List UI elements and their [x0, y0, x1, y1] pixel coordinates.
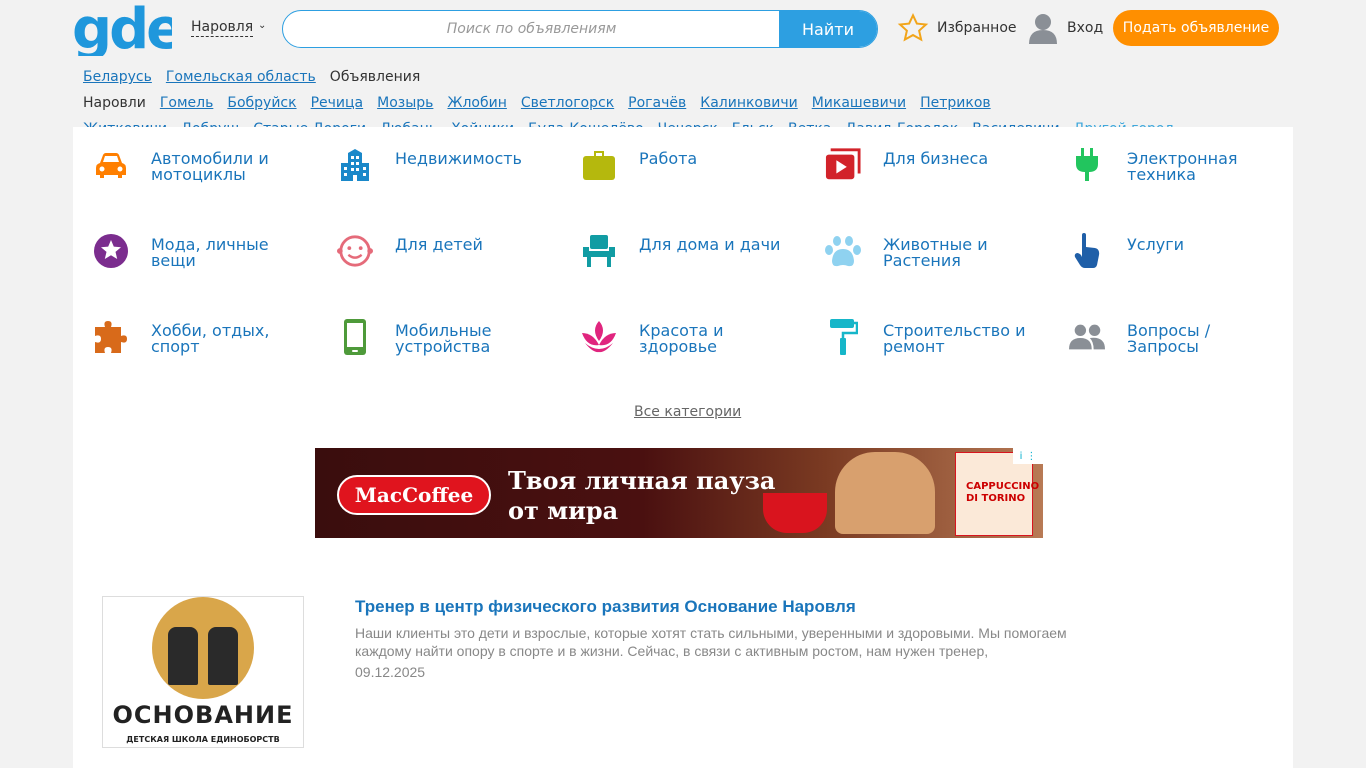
city-link[interactable]: Рогачёв	[628, 95, 686, 111]
ad-headline-line-2: от мира	[508, 496, 619, 525]
search-button[interactable]: Найти	[779, 11, 877, 47]
more-vertical-icon: ⋮	[1026, 450, 1037, 462]
city-link[interactable]: Жлобин	[447, 95, 506, 111]
category-label: Вопросы / Запросы	[1127, 321, 1211, 356]
post-ad-button[interactable]: Подать объявление	[1113, 10, 1279, 46]
puzzle-icon	[93, 319, 129, 355]
fighter-figure-left	[168, 627, 198, 685]
category-label: Автомобили и мотоциклы	[151, 149, 269, 184]
category-label: Животные и Растения	[883, 235, 988, 270]
smartphone-icon	[337, 319, 373, 355]
category-hobby[interactable]: Хобби, отдых, спорт	[73, 299, 313, 355]
baby-face-icon	[337, 233, 373, 269]
city-link[interactable]: Гомель	[160, 95, 213, 111]
info-icon: i	[1019, 450, 1023, 462]
category-label: Красота и здоровье	[639, 321, 724, 356]
favorites-link[interactable]: Избранное	[897, 11, 1017, 45]
search-input[interactable]	[283, 11, 780, 47]
category-label: Для дома и дачи	[639, 235, 781, 254]
login-label: Вход	[1067, 20, 1104, 36]
city-link[interactable]: Калинковичи	[700, 95, 797, 111]
city-select[interactable]: Наровля	[191, 19, 254, 37]
category-fashion[interactable]: Мода, личные вещи	[73, 213, 313, 269]
hand-pointer-icon	[1069, 233, 1105, 269]
city-links-row-1: Беларусь Гомельская область Объявления Нар…	[83, 64, 1293, 116]
ad-product-pack: CAPPUCCINO DI TORINO	[955, 452, 1039, 536]
star-outline-icon	[897, 12, 929, 42]
business-play-icon	[825, 147, 861, 183]
city-link[interactable]: Бобруйск	[227, 95, 296, 111]
category-animals[interactable]: Животные и Растения	[805, 213, 1045, 269]
fighter-figure-right	[208, 627, 238, 685]
gde-logo[interactable]: gde	[72, 2, 172, 56]
category-construction[interactable]: Строительство и ремонт	[805, 299, 1045, 355]
car-icon	[93, 147, 129, 183]
logo-text: gde	[72, 2, 172, 56]
city-link[interactable]: Петриков	[920, 95, 991, 111]
armchair-icon	[581, 233, 617, 269]
thumb-brand-name: ОСНОВАНИЕ	[112, 701, 294, 729]
chevron-down-icon[interactable]: ⌄	[258, 20, 266, 31]
category-label: Услуги	[1127, 235, 1185, 254]
plug-icon	[1069, 147, 1105, 183]
ad-brand-logo: MacCoffee	[337, 475, 491, 515]
favorites-label: Избранное	[937, 20, 1017, 36]
city-link[interactable]: Беларусь	[83, 69, 152, 85]
category-label: Электронная техника	[1127, 149, 1238, 184]
city-link[interactable]: Речица	[311, 95, 364, 111]
user-icon	[1029, 14, 1057, 44]
category-beauty[interactable]: Красота и здоровье	[561, 299, 801, 355]
category-label: Строительство и ремонт	[883, 321, 1026, 356]
city-link[interactable]: Гомельская область	[166, 69, 316, 85]
login-link[interactable]: Вход	[1027, 11, 1103, 45]
category-questions[interactable]: Вопросы / Запросы	[1049, 299, 1289, 355]
category-mobile[interactable]: Мобильные устройства	[317, 299, 557, 355]
city-link[interactable]: Мозырь	[377, 95, 433, 111]
people-icon	[1069, 319, 1105, 355]
paw-icon	[825, 233, 861, 269]
category-jobs[interactable]: Работа	[561, 127, 801, 183]
category-label: Для бизнеса	[883, 149, 989, 168]
listing-date: 09.12.2025	[355, 664, 426, 680]
listing-title[interactable]: Тренер в центр физического развития Осно…	[355, 597, 856, 617]
category-label: Для детей	[395, 235, 483, 254]
lotus-icon	[581, 319, 617, 355]
logo-emblem	[152, 597, 254, 699]
category-realty[interactable]: Недвижимость	[317, 127, 557, 183]
ad-banner[interactable]: MacCoffee Твоя личная пауза от мира CAPP…	[315, 448, 1043, 538]
category-kids[interactable]: Для детей	[317, 213, 557, 269]
building-icon	[337, 147, 373, 183]
ad-pack-label: CAPPUCCINO DI TORINO	[966, 481, 1040, 504]
category-label: Недвижимость	[395, 149, 522, 168]
ad-headline: Твоя личная пауза от мира	[508, 466, 775, 526]
ad-person-image	[835, 452, 935, 534]
category-label: Работа	[639, 149, 698, 168]
ad-headline-line-1: Твоя личная пауза	[508, 466, 776, 495]
all-categories-link[interactable]: Все категории	[634, 404, 741, 420]
briefcase-icon	[581, 147, 617, 183]
city-link[interactable]: Светлогорск	[521, 95, 614, 111]
listing-description: Наши клиенты это дети и взрослые, которы…	[355, 625, 1067, 659]
listing-thumbnail[interactable]: ОСНОВАНИЕ ДЕТСКАЯ ШКОЛА ЕДИНОБОРСТВ	[102, 596, 304, 748]
paint-roller-icon	[825, 319, 861, 355]
category-electronics[interactable]: Электронная техника	[1049, 127, 1289, 183]
category-business[interactable]: Для бизнеса	[805, 127, 1045, 183]
thumb-brand-subtitle: ДЕТСКАЯ ШКОЛА ЕДИНОБОРСТВ	[126, 735, 280, 744]
category-home[interactable]: Для дома и дачи	[561, 213, 801, 269]
star-circle-icon	[93, 233, 129, 269]
search-form: Найти	[282, 10, 878, 48]
category-label: Хобби, отдых, спорт	[151, 321, 270, 356]
category-services[interactable]: Услуги	[1049, 213, 1289, 269]
ad-info-icon[interactable]: i ⋮	[1013, 448, 1043, 464]
main-panel: Автомобили и мотоциклы Недвижимость Рабо…	[73, 127, 1293, 768]
city-link[interactable]: Микашевичи	[812, 95, 906, 111]
category-label: Мобильные устройства	[395, 321, 492, 356]
category-auto[interactable]: Автомобили и мотоциклы	[73, 127, 313, 183]
category-label: Мода, личные вещи	[151, 235, 269, 270]
